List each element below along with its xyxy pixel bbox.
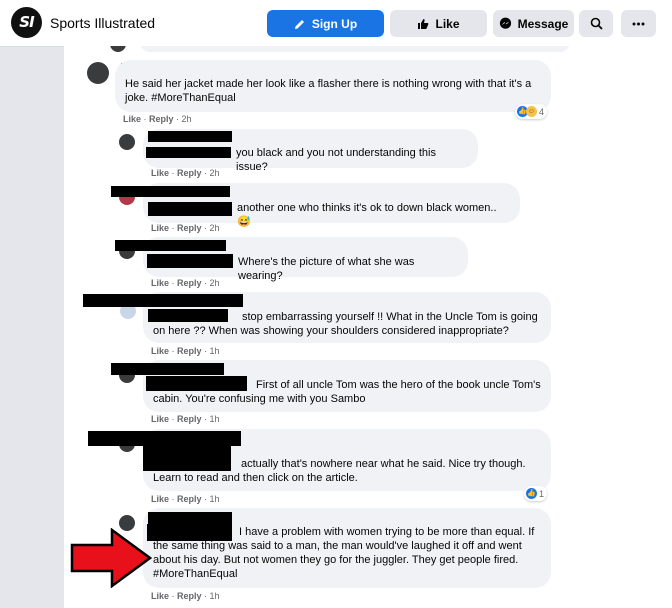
redacted-name [146, 376, 247, 391]
previous-comment-bubble [140, 46, 570, 52]
reply-link[interactable]: Reply [177, 168, 202, 178]
comment-time[interactable]: 1h [210, 494, 220, 504]
avatar[interactable] [110, 46, 126, 52]
comment-actions: Like · Reply · 1h [151, 494, 220, 504]
comments-feed: He said her jacket made her look like a … [64, 46, 672, 608]
redacted-name [148, 202, 232, 216]
comment-time[interactable]: 1h [210, 346, 220, 356]
like-link[interactable]: Like [151, 346, 169, 356]
comment-actions: Like · Reply · 1h [151, 346, 220, 356]
sweat-smile-emoji: 😅 [237, 216, 251, 228]
more-icon [632, 22, 645, 25]
red-arrow-icon [70, 528, 152, 588]
avatar[interactable] [119, 134, 135, 150]
comment-bubble-1: He said her jacket made her look like a … [115, 60, 551, 112]
reply-link[interactable]: Reply [149, 114, 174, 124]
reaction-count: 1 [539, 488, 545, 499]
reply-link[interactable]: Reply [177, 494, 202, 504]
comment-actions: Like · Reply · 2h [151, 278, 220, 288]
redacted-name [83, 294, 243, 307]
like-reaction-icon: 👍 [526, 488, 537, 499]
comment-time[interactable]: 2h [210, 278, 220, 288]
comment-time[interactable]: 2h [210, 223, 220, 233]
page-logo[interactable]: SI [11, 7, 42, 38]
avatar[interactable] [87, 62, 109, 84]
redacted-name [148, 131, 232, 142]
comment-time[interactable]: 1h [210, 414, 220, 424]
redacted-name [146, 147, 231, 158]
like-link[interactable]: Like [151, 278, 169, 288]
comment-actions: Like · Reply · 2h [151, 168, 220, 178]
reply-link[interactable]: Reply [177, 223, 202, 233]
redacted-name [111, 186, 230, 197]
reaction-summary[interactable]: 👍 1 [524, 486, 548, 501]
more-options-button[interactable] [621, 10, 656, 37]
like-page-button[interactable]: Like [390, 10, 487, 37]
comment-time[interactable]: 1h [210, 591, 220, 601]
comment-time[interactable]: 2h [210, 168, 220, 178]
reaction-summary[interactable]: 👍 ☺ 4 [515, 104, 548, 119]
like-link[interactable]: Like [151, 494, 169, 504]
reaction-count: 4 [539, 106, 545, 117]
like-link[interactable]: Like [151, 414, 169, 424]
like-page-label: Like [435, 16, 460, 31]
messenger-icon [499, 17, 511, 29]
sign-up-button[interactable]: Sign Up [267, 10, 384, 37]
redacted-name [147, 254, 233, 268]
page-header: SI Sports Illustrated Sign Up Like Messa… [0, 0, 672, 47]
page-name[interactable]: Sports Illustrated [50, 15, 155, 31]
reply-link[interactable]: Reply [177, 414, 202, 424]
pencil-icon [294, 19, 304, 29]
reply-link[interactable]: Reply [177, 346, 202, 356]
redacted-name [88, 431, 241, 446]
redacted-name [147, 524, 232, 541]
redacted-name [115, 240, 226, 251]
search-icon [590, 17, 603, 30]
redacted-name [111, 363, 224, 375]
like-link[interactable]: Like [151, 168, 169, 178]
like-link[interactable]: Like [123, 114, 141, 124]
message-button[interactable]: Message [493, 10, 574, 37]
comment-actions: Like · Reply · 2h [151, 223, 220, 233]
like-link[interactable]: Like [151, 223, 169, 233]
redacted-name [148, 512, 232, 524]
message-label: Message [517, 16, 569, 31]
haha-reaction-icon: ☺ [526, 106, 537, 117]
comment-time[interactable]: 2h [182, 114, 192, 124]
comment-text: He said her jacket made her look like a … [125, 78, 532, 104]
comment-actions: Like · Reply · 2h [123, 114, 192, 124]
comment-actions: Like · Reply · 1h [151, 591, 220, 601]
sign-up-label: Sign Up [311, 16, 358, 31]
reply-link[interactable]: Reply [177, 278, 202, 288]
reply-link[interactable]: Reply [177, 591, 202, 601]
redacted-name [148, 309, 228, 322]
comment-actions: Like · Reply · 1h [151, 414, 220, 424]
redacted-name [143, 445, 231, 471]
like-link[interactable]: Like [151, 591, 169, 601]
search-button[interactable] [579, 10, 613, 37]
thumbs-up-icon [418, 18, 429, 29]
